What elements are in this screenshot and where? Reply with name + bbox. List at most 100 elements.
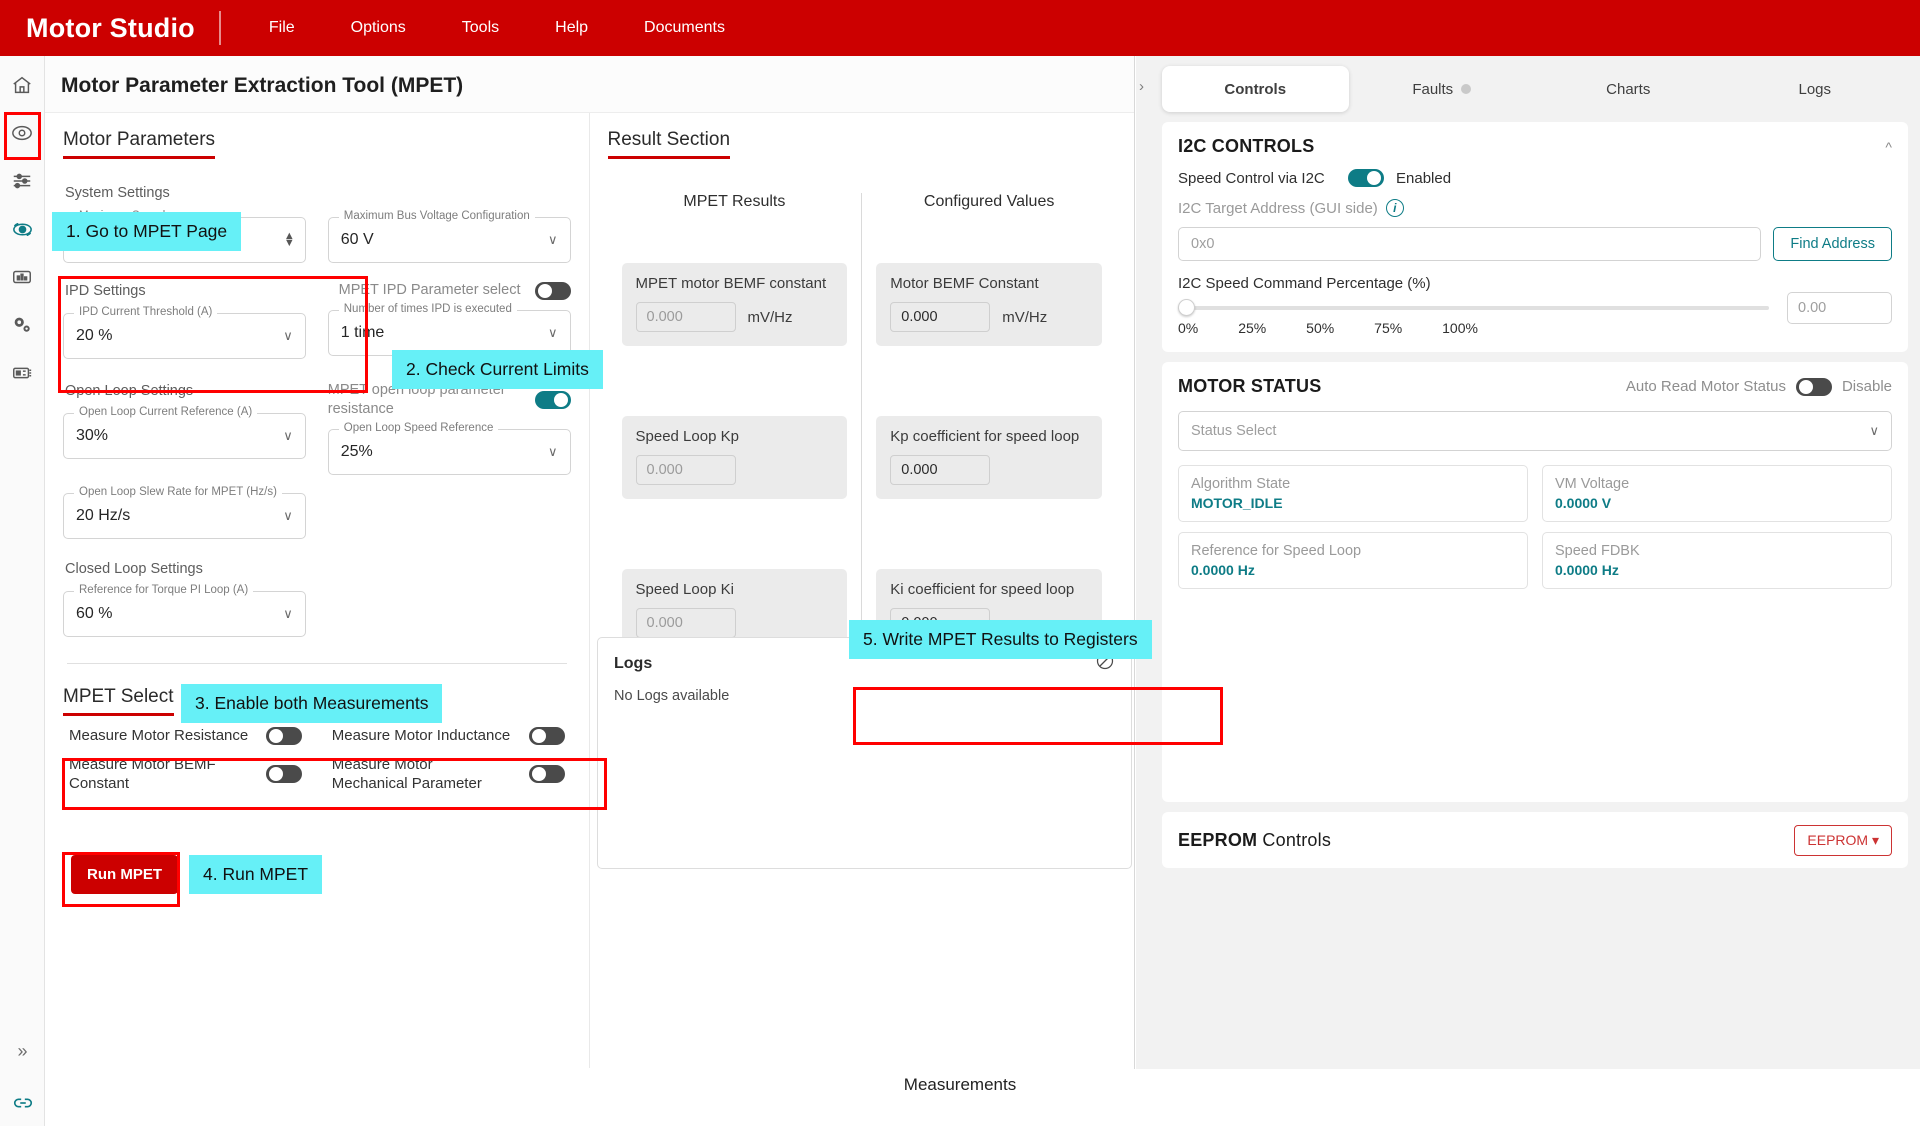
home-icon[interactable] — [7, 70, 37, 100]
kp-coefficient-card: Kp coefficient for speed loop 0.000 — [876, 416, 1102, 499]
vm-voltage-box: VM Voltage 0.0000 V — [1542, 465, 1892, 522]
menu-item-tools[interactable]: Tools — [434, 11, 527, 45]
figure-caption: Measurements — [0, 1075, 1920, 1095]
mpet-select-toggles-row-1: Measure Motor Resistance Measure Motor I… — [63, 722, 571, 749]
i2c-address-input-row: 0x0 Find Address — [1178, 227, 1892, 261]
main-content-row: Motor Parameters System Settings Maximum… — [45, 113, 1134, 1068]
auto-read-motor-status-toggle[interactable] — [1796, 378, 1832, 396]
chevron-down-icon[interactable]: ∨ — [283, 508, 293, 524]
chevron-down-icon[interactable]: ∨ — [283, 328, 293, 344]
eeprom-controls-title: EEPROM Controls — [1178, 830, 1331, 851]
tab-controls[interactable]: Controls — [1162, 66, 1349, 112]
tab-charts[interactable]: Charts — [1535, 66, 1722, 112]
eeprom-title-bold: EEPROM — [1178, 830, 1257, 850]
find-address-button[interactable]: Find Address — [1773, 227, 1892, 261]
motor-bemf-constant-label: Motor BEMF Constant — [890, 275, 1088, 292]
annotation-2: 2. Check Current Limits — [392, 350, 603, 389]
speed-loop-kp-input[interactable]: 0.000 — [636, 455, 736, 485]
collapse-panel-icon[interactable]: › — [1139, 78, 1144, 95]
slider-tick-25: 25% — [1238, 320, 1266, 336]
chevron-down-icon[interactable]: ∨ — [283, 428, 293, 444]
ipd-settings-row: IPD Settings IPD Current Threshold (A) 2… — [63, 275, 571, 359]
open-loop-slew-rate-select[interactable]: Open Loop Slew Rate for MPET (Hz/s) 20 H… — [63, 493, 306, 539]
mpet-icon[interactable] — [7, 214, 37, 244]
i2c-speed-command-value[interactable]: 0.00 — [1787, 292, 1892, 324]
ipd-times-legend: Number of times IPD is executed — [339, 303, 517, 315]
mpet-select-toggles-row-2: Measure Motor BEMF Constant Measure Moto… — [63, 751, 571, 797]
annotation-5: 5. Write MPET Results to Registers — [849, 620, 1152, 659]
speed-loop-ki-input[interactable]: 0.000 — [636, 608, 736, 638]
i2c-target-address-label: I2C Target Address (GUI side) — [1178, 200, 1378, 217]
menu-item-file[interactable]: File — [241, 11, 323, 45]
motor-bemf-constant-input[interactable]: 0.000 — [890, 302, 990, 332]
kp-coefficient-row: 0.000 — [890, 455, 1088, 485]
mpet-bemf-unit: mV/Hz — [748, 309, 793, 326]
measure-motor-bemf-toggle[interactable] — [266, 765, 302, 783]
mpet-bemf-input[interactable]: 0.000 — [636, 302, 736, 332]
mpet-open-loop-resistance-toggle[interactable] — [535, 391, 571, 409]
max-bus-voltage-legend: Maximum Bus Voltage Configuration — [339, 210, 535, 222]
ipd-settings-label: IPD Settings — [65, 283, 306, 299]
motor-status-card: MOTOR STATUS Auto Read Motor Status Disa… — [1162, 362, 1908, 802]
run-mpet-button[interactable]: Run MPET — [71, 855, 178, 894]
result-section-title: Result Section — [608, 129, 731, 159]
menu-item-documents[interactable]: Documents — [616, 11, 753, 45]
kp-coefficient-input[interactable]: 0.000 — [890, 455, 990, 485]
closed-loop-settings-label: Closed Loop Settings — [65, 561, 306, 577]
slider-thumb[interactable] — [1178, 299, 1195, 316]
max-bus-voltage-select[interactable]: Maximum Bus Voltage Configuration 60 V ∨ — [328, 217, 571, 263]
i2c-controls-title: I2C CONTROLS — [1178, 136, 1314, 157]
tuning-icon[interactable] — [7, 166, 37, 196]
measure-motor-resistance-row[interactable]: Measure Motor Resistance — [63, 722, 308, 749]
open-loop-speed-reference-legend: Open Loop Speed Reference — [339, 422, 499, 434]
measure-motor-mechanical-toggle[interactable] — [529, 765, 565, 783]
measure-motor-inductance-toggle[interactable] — [529, 727, 565, 745]
speed-control-via-i2c-toggle[interactable] — [1348, 169, 1384, 187]
app-titlebar: Motor Studio File Options Tools Help Doc… — [0, 0, 1920, 56]
slider-tick-50: 50% — [1306, 320, 1334, 336]
device-icon[interactable] — [7, 118, 37, 148]
ipd-current-threshold-select[interactable]: IPD Current Threshold (A) 20 % ∨ — [63, 313, 306, 359]
maximum-speed-stepper[interactable]: ▲▼ — [284, 233, 295, 247]
section-divider — [67, 663, 567, 664]
chevron-down-icon[interactable]: ∨ — [548, 444, 558, 460]
chevron-up-icon[interactable]: ^ — [1885, 139, 1892, 155]
eeprom-dropdown-button[interactable]: EEPROM ▾ — [1794, 825, 1892, 856]
chevron-down-icon[interactable]: ∨ — [548, 325, 558, 341]
annotation-4: 4. Run MPET — [189, 855, 322, 894]
chevron-down-icon[interactable]: ∨ — [1869, 423, 1879, 439]
settings-icon[interactable] — [7, 310, 37, 340]
annotation-3: 3. Enable both Measurements — [181, 684, 442, 723]
menubar: File Options Tools Help Documents — [241, 11, 753, 45]
logs-empty-text: No Logs available — [598, 682, 1131, 710]
open-loop-current-reference-select[interactable]: Open Loop Current Reference (A) 30% ∨ — [63, 413, 306, 459]
measure-motor-inductance-row[interactable]: Measure Motor Inductance — [326, 722, 571, 749]
kp-coefficient-label: Kp coefficient for speed loop — [890, 428, 1088, 445]
charts-icon[interactable] — [7, 262, 37, 292]
measure-motor-mechanical-row[interactable]: Measure Motor Mechanical Parameter — [326, 751, 571, 797]
torque-pi-loop-reference-select[interactable]: Reference for Torque PI Loop (A) 60 % ∨ — [63, 591, 306, 637]
open-loop-speed-reference-select[interactable]: Open Loop Speed Reference 25% ∨ — [328, 429, 571, 475]
measure-motor-bemf-row[interactable]: Measure Motor BEMF Constant — [63, 751, 308, 797]
menu-item-help[interactable]: Help — [527, 11, 616, 45]
measure-motor-resistance-toggle[interactable] — [266, 727, 302, 745]
speed-loop-kp-card: Speed Loop Kp 0.000 — [622, 416, 848, 499]
tab-charts-label: Charts — [1606, 81, 1650, 98]
menu-item-options[interactable]: Options — [323, 11, 434, 45]
system-settings-label: System Settings — [65, 185, 571, 201]
status-select-dropdown[interactable]: Status Select ∨ — [1178, 411, 1892, 451]
tab-faults[interactable]: Faults — [1349, 66, 1536, 112]
chevron-down-icon[interactable]: ∨ — [283, 606, 293, 622]
i2c-speed-slider[interactable] — [1178, 306, 1769, 310]
tab-logs[interactable]: Logs — [1722, 66, 1909, 112]
i2c-target-address-input[interactable]: 0x0 — [1178, 227, 1761, 261]
mpet-ipd-parameter-select-toggle[interactable] — [535, 282, 571, 300]
measure-motor-mechanical-label: Measure Motor Mechanical Parameter — [332, 755, 507, 793]
chevron-down-icon[interactable]: ∨ — [548, 232, 558, 248]
registers-icon[interactable] — [7, 358, 37, 388]
slider-tick-labels: 0% 25% 50% 75% 100% — [1178, 320, 1478, 336]
expand-rail-icon[interactable]: » — [8, 1036, 38, 1066]
info-icon[interactable]: i — [1386, 199, 1404, 217]
eeprom-controls-card: EEPROM Controls EEPROM ▾ — [1162, 812, 1908, 868]
tab-faults-label: Faults — [1412, 81, 1453, 98]
